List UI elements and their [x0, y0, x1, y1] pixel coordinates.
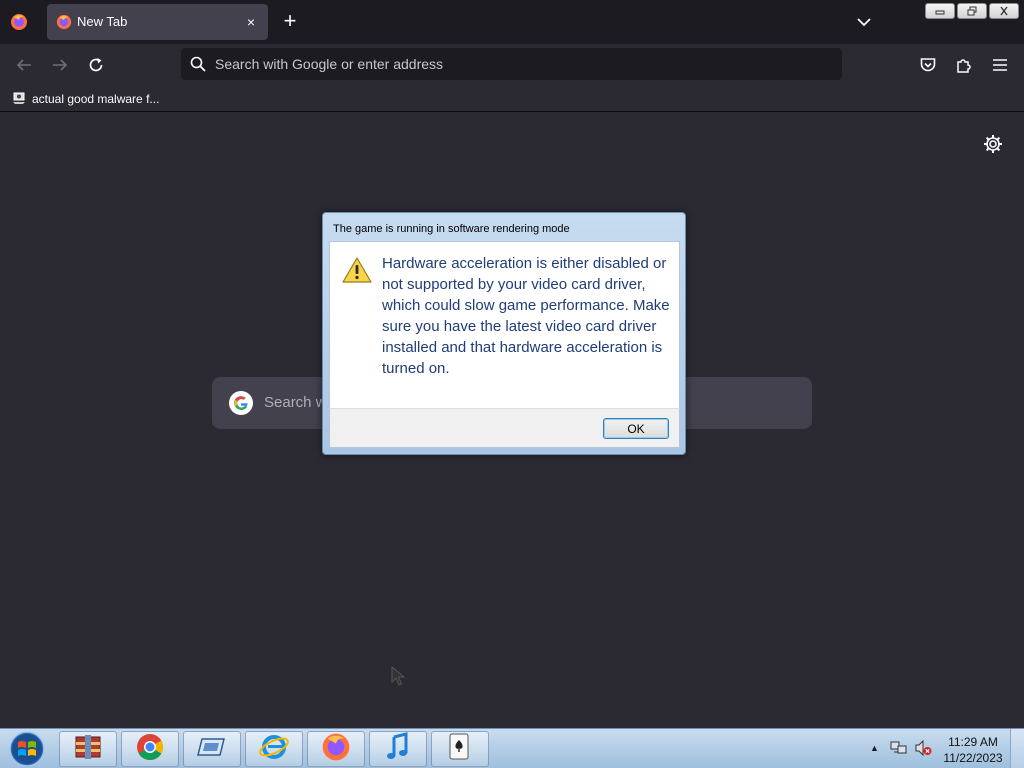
tab-title: New Tab: [77, 14, 128, 29]
bookmarks-toolbar: actual good malware f...: [0, 86, 1024, 112]
minimize-button[interactable]: [925, 3, 955, 19]
tab-strip: New Tab × +: [0, 0, 1024, 44]
forward-arrow-icon[interactable]: [48, 54, 72, 76]
dialog-footer: OK: [329, 408, 680, 448]
mouse-cursor-icon: [390, 665, 408, 692]
back-arrow-icon[interactable]: [12, 54, 36, 76]
clock-date: 11/22/2023: [943, 751, 1003, 765]
taskbar-chrome[interactable]: [121, 731, 179, 767]
new-tab-button[interactable]: +: [279, 10, 301, 33]
restore-button[interactable]: [957, 3, 987, 19]
dialog-body: Hardware acceleration is either disabled…: [329, 241, 680, 408]
clock-time: 11:29 AM: [948, 735, 998, 749]
solitaire-icon: [447, 732, 473, 767]
internet-explorer-icon: [258, 732, 290, 767]
extensions-puzzle-icon[interactable]: [952, 54, 976, 76]
taskbar-archive-app[interactable]: [59, 731, 117, 767]
archive-app-icon: [73, 733, 103, 766]
chrome-icon: [135, 732, 165, 767]
reload-icon[interactable]: [84, 54, 108, 76]
taskbar: ▲ 11:29 AM 11/22/2023: [0, 728, 1024, 768]
firefox-icon[interactable]: [8, 11, 30, 33]
hamburger-menu-icon[interactable]: [988, 54, 1012, 76]
ok-button[interactable]: OK: [603, 418, 669, 439]
pocket-icon[interactable]: [916, 54, 940, 76]
tab-new-tab[interactable]: New Tab ×: [47, 4, 268, 40]
taskbar-internet-explorer[interactable]: [245, 731, 303, 767]
gear-icon[interactable]: [982, 133, 1004, 155]
network-icon[interactable]: [890, 740, 908, 761]
firefox-icon: [321, 732, 351, 767]
taskbar-solitaire[interactable]: [431, 731, 489, 767]
search-icon: [190, 56, 206, 77]
start-button[interactable]: [4, 730, 50, 768]
url-input[interactable]: [215, 52, 815, 76]
taskbar-itunes[interactable]: [369, 731, 427, 767]
list-all-tabs-chevron-down-icon[interactable]: [853, 12, 875, 32]
close-window-button[interactable]: [989, 3, 1019, 19]
close-tab-icon[interactable]: ×: [242, 13, 260, 31]
show-desktop-button[interactable]: [1010, 729, 1024, 768]
system-clock[interactable]: 11:29 AM 11/22/2023: [938, 734, 1008, 766]
warning-icon: [341, 256, 373, 284]
itunes-icon: [384, 731, 412, 767]
taskbar-firefox[interactable]: [307, 731, 365, 767]
google-logo-icon: [228, 390, 254, 416]
bookmark-item[interactable]: actual good malware f...: [12, 90, 159, 108]
software-rendering-dialog: The game is running in software renderin…: [322, 212, 686, 455]
dialog-title: The game is running in software renderin…: [333, 223, 570, 235]
taskbar-drive-app[interactable]: [183, 731, 241, 767]
system-tray: ▲ 11:29 AM 11/22/2023: [866, 729, 1016, 768]
firefox-favicon-icon: [56, 14, 72, 30]
bookmark-favicon-icon: [12, 91, 26, 108]
dialog-message: Hardware acceleration is either disabled…: [382, 255, 670, 377]
newtab-search-placeholder: Search w: [264, 394, 327, 411]
bookmark-label: actual good malware f...: [32, 92, 160, 106]
address-bar[interactable]: [181, 48, 842, 80]
show-hidden-icons-arrow-icon[interactable]: ▲: [870, 743, 879, 753]
navigation-toolbar: [0, 44, 1024, 86]
drive-app-icon: [196, 735, 228, 764]
volume-muted-icon[interactable]: [914, 739, 932, 761]
